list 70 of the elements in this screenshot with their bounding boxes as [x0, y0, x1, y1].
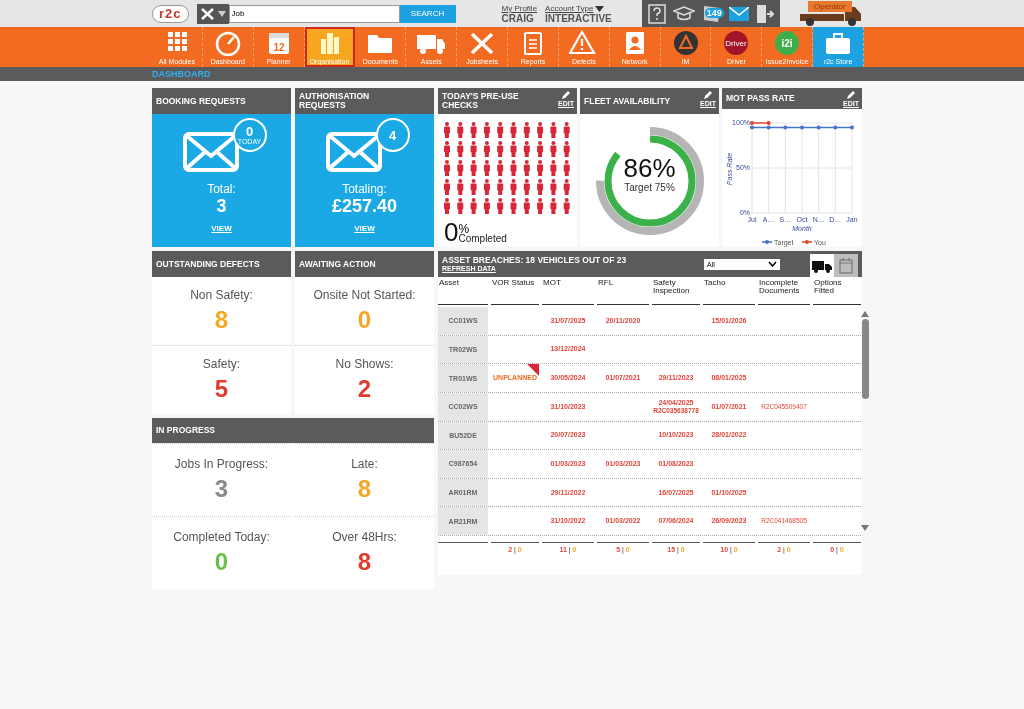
pencil-icon	[703, 90, 713, 100]
stat-value: 8	[357, 475, 372, 503]
stat-label: Onsite Not Started:	[313, 288, 416, 302]
scroll-down-icon[interactable]	[861, 525, 869, 531]
calendar-icon	[839, 257, 853, 274]
total-label: Totaling:	[342, 182, 387, 196]
column-header: Safety Inspection	[652, 277, 700, 305]
stat-value: 2	[357, 375, 372, 403]
column-header: Asset	[438, 277, 488, 305]
truck-icon	[812, 258, 832, 273]
pencil-icon	[846, 90, 856, 100]
search-field[interactable]: Job	[228, 4, 400, 23]
caret-icon	[595, 5, 605, 12]
stat-label: Safety:	[202, 357, 241, 371]
caret-icon	[217, 10, 226, 17]
stat-value: 5	[214, 375, 229, 403]
operator-truck-button[interactable]: Operator	[800, 0, 862, 27]
completed-percentage: 0	[444, 220, 459, 244]
view-link[interactable]: VIEW	[354, 224, 375, 233]
stat-value: 0	[357, 306, 372, 334]
view-link[interactable]: VIEW	[211, 224, 232, 233]
news-count-badge: 149	[704, 7, 724, 18]
scroll-up-icon[interactable]	[861, 311, 869, 317]
stat-label: Over 48Hrs:	[332, 530, 397, 544]
total-value: 3	[216, 196, 227, 216]
help-icon[interactable]	[647, 3, 666, 24]
warning-icon	[568, 29, 599, 56]
stat-label: No Shows:	[335, 357, 394, 371]
column-header: RFL	[597, 277, 649, 305]
user-name: CRAIG	[501, 13, 535, 24]
column-header: Tacho	[703, 277, 755, 305]
account-type-link[interactable]: Account Type	[545, 3, 594, 14]
target-label: Target 75%	[624, 182, 675, 193]
graduation-cap-icon[interactable]	[672, 5, 695, 22]
vehicles-view-tab[interactable]	[810, 254, 834, 277]
panel-header: AWAITING ACTION	[295, 251, 434, 277]
column-header: MOT	[542, 277, 594, 305]
chevron-down-icon	[768, 261, 777, 267]
stat-label: Non Safety:	[190, 288, 253, 302]
availability-value: 86%	[623, 154, 676, 182]
column-header: VOR Status	[491, 277, 539, 305]
stat-label: Late:	[351, 457, 378, 471]
search-button[interactable]: SEARCH	[399, 4, 456, 23]
tools-menu-button[interactable]	[196, 3, 229, 24]
count-badge: 4	[375, 118, 410, 152]
panel-header: IN PROGRESS	[152, 418, 434, 443]
completed-label: Completed	[458, 234, 507, 244]
total-value: £257.40	[331, 196, 398, 216]
stat-label: Jobs In Progress:	[174, 457, 269, 471]
panel-title: ASSET BREACHES: 18 VEHICLES OUT OF 23	[442, 256, 627, 265]
column-header: Options Fitted	[813, 277, 861, 305]
percent-sign: %	[458, 224, 470, 234]
panel-header: OUTSTANDING DEFECTS	[152, 251, 291, 277]
stat-value: 0	[214, 548, 229, 576]
my-profile-link[interactable]: My Profile	[501, 3, 538, 14]
panel-header: AUTHORISATION REQUESTS	[295, 88, 434, 114]
logo[interactable]: r2c	[152, 4, 189, 23]
mail-icon[interactable]	[728, 6, 749, 21]
stat-value: 8	[357, 548, 372, 576]
account-type: INTERACTIVE	[545, 13, 612, 24]
operator-label: Operator	[808, 0, 852, 12]
panel-header: BOOKING REQUESTS	[152, 88, 291, 114]
page-title: DASHBOARD	[152, 69, 211, 79]
stat-value: 3	[214, 475, 229, 503]
pencil-icon	[561, 90, 571, 100]
exit-door-icon[interactable]	[755, 3, 774, 24]
total-label: Total:	[207, 182, 236, 196]
stat-label: Completed Today:	[173, 530, 270, 544]
stat-value: 8	[214, 306, 229, 334]
column-header: Incomplete Documents	[758, 277, 810, 305]
